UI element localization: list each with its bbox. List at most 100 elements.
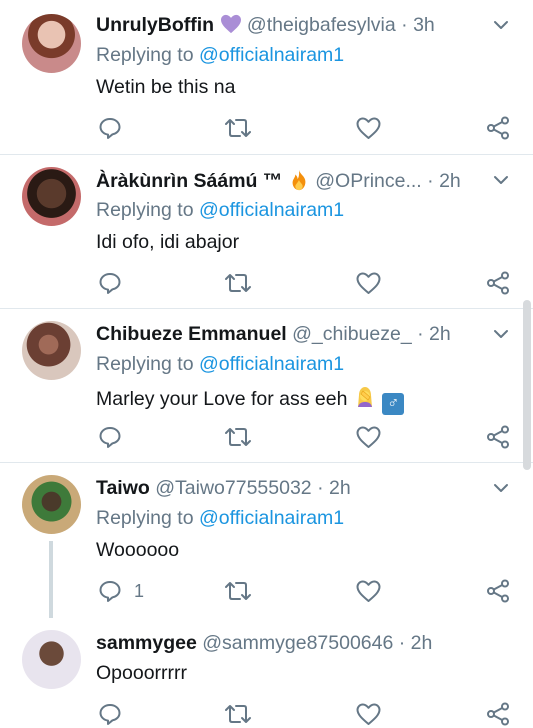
mention-link[interactable]: @officialnairam1 [199,44,344,66]
reply-icon [99,427,121,448]
display-name[interactable]: Taiwo [96,477,150,499]
timestamp[interactable]: 3h [413,14,435,36]
mention-link[interactable]: @officialnairam1 [199,507,344,529]
share-button[interactable] [486,269,510,297]
thread-connector-line [49,541,53,618]
separator: · [317,477,324,499]
scrollbar[interactable] [523,300,531,470]
retweet-icon [225,705,251,723]
reply-button[interactable]: 1 [98,577,144,605]
share-button[interactable] [486,423,510,451]
chevron-down-icon[interactable] [493,329,509,339]
action-bar: 1 [96,577,509,605]
tweet[interactable]: Àràkùnrìn Sáámú ™ @OPrince... · 2h Reply… [0,155,533,309]
chevron-down-icon[interactable] [493,175,509,185]
timestamp[interactable]: 2h [329,477,351,499]
retweet-button[interactable] [224,423,252,451]
timestamp[interactable]: 2h [439,170,461,192]
heart-icon [356,117,381,139]
display-name[interactable]: UnrulyBoffin [96,14,214,36]
separator: · [427,170,434,192]
tweet-header: UnrulyBoffin @theigbafesylvia · 3h [96,14,493,42]
retweet-button[interactable] [224,269,252,297]
heart-icon [356,272,381,294]
like-button[interactable] [356,114,381,142]
tweet-header: Chibueze Emmanuel @_chibueze_ · 2h [96,323,493,351]
retweet-button[interactable] [224,114,252,142]
avatar[interactable] [22,14,81,73]
retweet-button[interactable] [224,700,252,728]
tweet[interactable]: UnrulyBoffin @theigbafesylvia · 3h Reply… [0,0,533,155]
timestamp[interactable]: 2h [429,323,451,345]
replying-to-label: Replying to [96,44,194,66]
tweet-text-body: Marley your Love for ass eeh [96,388,348,410]
tweet-text: Opooorrrrr [96,662,188,684]
retweet-icon [225,582,251,600]
avatar[interactable] [22,321,81,380]
reply-icon [99,581,121,602]
chevron-down-icon[interactable] [493,20,509,30]
replying-to: Replying to @officialnairam1 [96,507,344,530]
separator: · [401,14,408,36]
action-bar [96,269,509,297]
tweet-text: Woooooo [96,539,180,561]
reply-button[interactable] [98,269,134,297]
handle[interactable]: @theigbafesylvia [247,14,396,36]
share-icon [487,579,509,603]
woman-facepalming-icon [357,387,372,407]
display-name[interactable]: Àràkùnrìn Sáámú ™ [96,170,282,192]
avatar[interactable] [22,630,81,689]
avatar[interactable] [22,475,81,534]
reply-icon [99,704,121,725]
tweet[interactable]: Chibueze Emmanuel @_chibueze_ · 2h Reply… [0,309,533,463]
heart-icon [356,580,381,602]
like-button[interactable] [356,577,381,605]
replying-to-label: Replying to [96,507,194,529]
handle[interactable]: @Taiwo77555032 [155,477,311,499]
chevron-down-icon[interactable] [493,483,509,493]
retweet-icon [225,119,251,137]
tweet-text: Marley your Love for ass eeh ♂ [96,385,405,415]
share-button[interactable] [486,114,510,142]
action-bar [96,423,509,451]
fire-icon [292,169,306,191]
handle[interactable]: @OPrince... [315,170,422,192]
reply-icon [99,273,121,294]
heart-icon [356,703,381,725]
like-button[interactable] [356,269,381,297]
reply-button[interactable] [98,423,134,451]
display-name[interactable]: Chibueze Emmanuel [96,323,287,345]
display-name[interactable]: sammygee [96,632,197,654]
share-button[interactable] [486,577,510,605]
reply-count: 1 [134,580,145,601]
mention-link[interactable]: @officialnairam1 [199,199,344,221]
like-button[interactable] [356,423,381,451]
tweet-text: Idi ofo, idi abajor [96,231,240,253]
tweet-text: Wetin be this na [96,76,236,98]
reply-icon [99,118,121,139]
handle[interactable]: @sammyge87500646 [202,632,393,654]
retweet-icon [225,428,251,446]
tweet[interactable]: Taiwo @Taiwo77555032 · 2h Replying to @o… [0,463,533,618]
replying-to: Replying to @officialnairam1 [96,199,344,222]
reply-button[interactable] [98,700,134,728]
tweet-header: Taiwo @Taiwo77555032 · 2h [96,477,493,505]
replying-to: Replying to @officialnairam1 [96,44,344,67]
reply-button[interactable] [98,114,134,142]
male-sign-icon: ♂ [382,393,405,415]
avatar[interactable] [22,167,81,226]
tweet[interactable]: sammygee @sammyge87500646 · 2h Opooorrrr… [0,618,533,726]
purple-heart-icon [220,14,241,34]
handle[interactable]: @_chibueze_ [292,323,412,345]
retweet-button[interactable] [224,577,252,605]
replying-to-label: Replying to [96,199,194,221]
share-button[interactable] [486,700,510,728]
timestamp[interactable]: 2h [411,632,433,654]
mention-link[interactable]: @officialnairam1 [199,353,344,375]
share-icon [487,271,509,295]
tweet-header: Àràkùnrìn Sáámú ™ @OPrince... · 2h [96,169,493,197]
replying-to-label: Replying to [96,353,194,375]
like-button[interactable] [356,700,381,728]
share-icon [487,425,509,449]
separator: · [417,323,424,345]
